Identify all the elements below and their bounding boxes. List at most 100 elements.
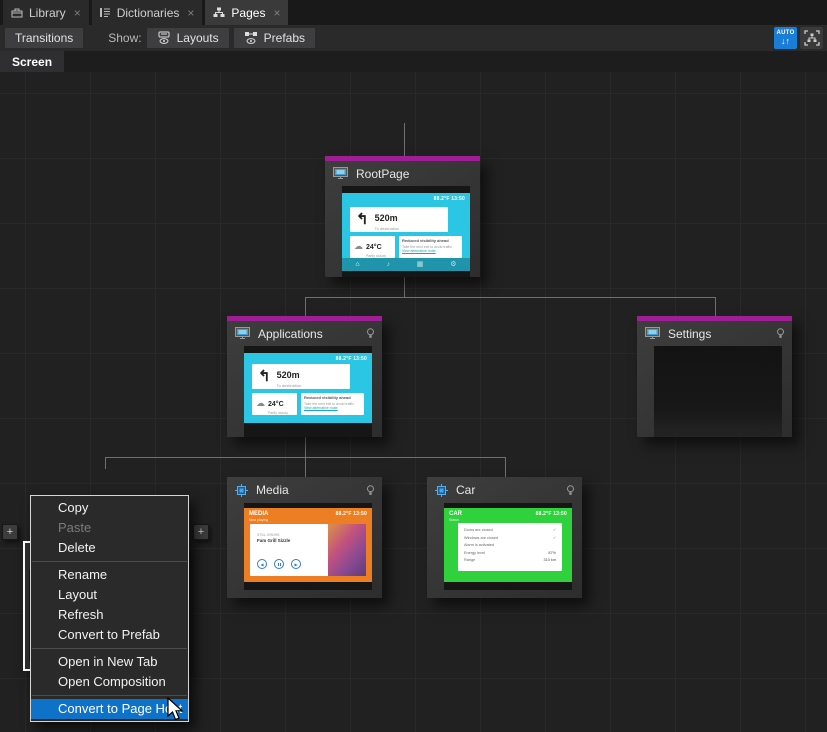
page-host-icon bbox=[645, 327, 660, 340]
media-app-sub: Now playing bbox=[249, 518, 268, 522]
tab-dictionaries[interactable]: Dictionaries × bbox=[92, 0, 203, 25]
tab-screen-composition[interactable]: Screen bbox=[0, 51, 64, 72]
pages-editor-window: Library × Dictionaries × Pages × Transit… bbox=[0, 0, 827, 732]
media-screen-preview: MEDIA Now playing 88.2°F 13:50 STILL KRU… bbox=[244, 508, 372, 582]
pages-hierarchy-icon bbox=[213, 7, 225, 18]
info-link: View alternative route bbox=[402, 249, 459, 253]
tab-label: Library bbox=[29, 6, 66, 20]
weather-card: ☁ 24°C Partly cloudy bbox=[350, 236, 395, 258]
fit-to-view-button[interactable] bbox=[800, 27, 823, 49]
turn-sub: To destination bbox=[375, 226, 400, 231]
screen-tab-label: Screen bbox=[12, 55, 52, 69]
menu-separator bbox=[32, 561, 187, 562]
menu-item-convert-to-page-host[interactable]: Convert to Page Host bbox=[31, 699, 188, 719]
node-settings[interactable]: Settings bbox=[637, 316, 792, 437]
edge-screen-rootpage bbox=[404, 123, 405, 156]
nav-apps-icon: ▦ bbox=[417, 258, 424, 271]
car-app-title: CAR bbox=[449, 511, 462, 517]
track-title: Fam Grill Sizzle bbox=[257, 538, 290, 543]
node-thumbnail: CAR Status 88.2°F 13:50 Doors are closed… bbox=[444, 503, 572, 590]
nav-settings-icon: ⚙ bbox=[450, 258, 456, 271]
node-media[interactable]: Media MEDIA Now playing 88.2°F 13:50 STI… bbox=[227, 477, 382, 598]
library-icon bbox=[11, 7, 23, 18]
close-icon[interactable]: × bbox=[187, 6, 194, 20]
menu-item-rename[interactable]: Rename bbox=[31, 565, 188, 585]
node-rootpage[interactable]: RootPage 88.2°F 13:50 ↰ 520m To destinat… bbox=[325, 156, 480, 277]
menu-item-open-composition[interactable]: Open Composition bbox=[31, 672, 188, 692]
mouse-cursor bbox=[166, 697, 186, 721]
lightbulb-icon bbox=[367, 328, 374, 339]
page-icon bbox=[235, 484, 248, 497]
edge-rootpage-children bbox=[305, 297, 716, 298]
close-icon[interactable]: × bbox=[273, 6, 280, 20]
page-icon bbox=[435, 484, 448, 497]
car-status-row: Windows are closed ✓ bbox=[464, 535, 556, 543]
turn-left-icon: ↰ bbox=[356, 210, 369, 228]
node-applications[interactable]: Applications 88.2°F 13:50 ↰ 520m To dest… bbox=[227, 316, 382, 437]
node-header: Applications bbox=[227, 321, 382, 346]
transitions-button[interactable]: Transitions bbox=[5, 28, 83, 48]
previous-track-icon: ◀ bbox=[257, 559, 267, 569]
edge-to-media bbox=[305, 457, 306, 477]
tab-label: Dictionaries bbox=[117, 6, 180, 20]
car-status-card: Doors are closed ✓ Windows are closed ✓ … bbox=[458, 523, 562, 571]
node-header: Media bbox=[227, 477, 382, 503]
info-card: Reduced visibility ahead Take the next e… bbox=[301, 393, 364, 415]
car-status-row: Doors are closed ✓ bbox=[464, 527, 556, 535]
node-label: RootPage bbox=[356, 167, 409, 181]
menu-item-layout[interactable]: Layout bbox=[31, 585, 188, 605]
edge-rootpage-down bbox=[404, 277, 405, 297]
thumb-navbar: ⌂ ♪ ▦ ⚙ bbox=[342, 258, 470, 271]
add-sibling-right-button[interactable]: + bbox=[193, 524, 209, 540]
page-host-icon bbox=[235, 327, 250, 340]
status-text: 88.2°F 13:50 bbox=[536, 511, 567, 517]
auto-arrange-button[interactable]: AUTO ↓↑ bbox=[774, 27, 797, 49]
close-icon[interactable]: × bbox=[74, 6, 81, 20]
tab-library[interactable]: Library × bbox=[3, 0, 89, 25]
menu-item-delete[interactable]: Delete bbox=[31, 538, 188, 558]
status-text: 88.2°F 13:50 bbox=[434, 196, 465, 202]
node-car[interactable]: Car CAR Status 88.2°F 13:50 Doors are cl… bbox=[427, 477, 582, 598]
add-sibling-left-button[interactable]: + bbox=[2, 524, 18, 540]
show-layouts-toggle[interactable]: Layouts bbox=[147, 28, 229, 48]
turn-left-icon: ↰ bbox=[258, 367, 271, 385]
prefabs-label: Prefabs bbox=[264, 31, 305, 45]
turn-card: ↰ 520m To destination bbox=[350, 207, 448, 232]
menu-item-copy[interactable]: Copy bbox=[31, 498, 188, 518]
menu-item-open-in-new-tab[interactable]: Open in New Tab bbox=[31, 652, 188, 672]
media-buttons: ◀ ▶ bbox=[257, 559, 301, 569]
album-photo bbox=[328, 524, 366, 576]
node-thumbnail bbox=[654, 346, 782, 437]
turn-sub: To destination bbox=[277, 383, 302, 388]
layouts-label: Layouts bbox=[177, 31, 219, 45]
node-thumbnail: 88.2°F 13:50 ↰ 520m To destination ☁ 24°… bbox=[244, 346, 372, 437]
pages-toolbar: Transitions Show: Layouts Prefabs AUTO ↓… bbox=[0, 25, 827, 51]
nav-screen-preview: 88.2°F 13:50 ↰ 520m To destination ☁ 24°… bbox=[244, 353, 372, 423]
pause-icon bbox=[274, 559, 284, 569]
info-line1: Reduced visibility ahead bbox=[304, 395, 361, 400]
menu-item-convert-to-prefab[interactable]: Convert to Prefab bbox=[31, 625, 188, 645]
node-header: Settings bbox=[637, 321, 792, 346]
turn-card: ↰ 520m To destination bbox=[252, 364, 350, 389]
next-track-icon: ▶ bbox=[291, 559, 301, 569]
nav-screen-preview: 88.2°F 13:50 ↰ 520m To destination ☁ 24°… bbox=[342, 193, 470, 271]
turn-distance: 520m bbox=[277, 370, 300, 380]
show-label: Show: bbox=[108, 31, 141, 45]
lightbulb-icon bbox=[367, 485, 374, 496]
temperature: 24°C bbox=[268, 401, 284, 408]
node-header: RootPage bbox=[325, 161, 480, 186]
tab-pages[interactable]: Pages × bbox=[205, 0, 288, 25]
fit-to-view-icon bbox=[804, 30, 820, 46]
transitions-label: Transitions bbox=[15, 31, 73, 45]
info-link: View alternative route bbox=[304, 406, 361, 410]
menu-separator bbox=[32, 648, 187, 649]
temperature-sub: Partly cloudy bbox=[268, 411, 288, 415]
status-text: 88.2°F 13:50 bbox=[336, 511, 367, 517]
node-header: Car bbox=[427, 477, 582, 503]
composition-tab-row: Screen bbox=[0, 51, 827, 72]
document-tab-bar: Library × Dictionaries × Pages × bbox=[0, 0, 827, 25]
menu-item-refresh[interactable]: Refresh bbox=[31, 605, 188, 625]
nav-home-icon: ⌂ bbox=[355, 258, 359, 271]
show-prefabs-toggle[interactable]: Prefabs bbox=[234, 28, 315, 48]
nav-music-icon: ♪ bbox=[386, 258, 390, 271]
